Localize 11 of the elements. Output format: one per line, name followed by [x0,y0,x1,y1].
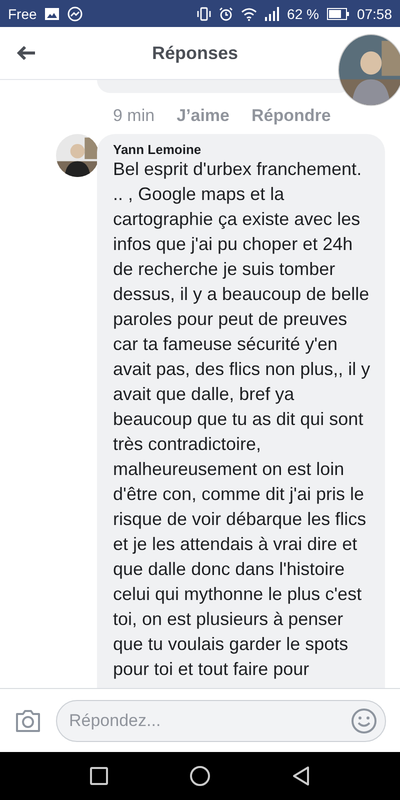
comment-time: 9 min [113,106,155,126]
carrier-name: Free [8,6,37,22]
reply-field[interactable]: Répondez... [56,700,386,742]
clock-time: 07:58 [356,6,392,22]
header-title: Réponses [150,42,240,64]
like-link[interactable]: J’aime [176,106,230,126]
reply-link[interactable]: Répondre [252,106,331,126]
reply-input[interactable]: Répondez... [67,710,351,732]
comment-text: Bel esprit d'urbex franchement. .. , Google maps et la cartographie ça existe avec les infos que j'ai pu choper et 24h de recherche je suis tomber dessus, il y a beaucoup de belle paroles pour peut de preuves car ta fameuse sécurité y'en avait pas, des flics non plus,, il y avait que dalle, bref ya beaucoup que tu as dit qui sont très contradictoire, malheureusement on est loin d'être con, comme dit j'ai pris le risque de voir débarque les flics et je les attendais à vrai dire et que dalle donc dans l'histoire celui qui mythonne le plus c'est toi, on est plusieurs à penser que tu voulais garder le spots pour toi et tout faire pour [113,158,372,681]
comment-author[interactable]: Yann Lemoine [113,142,377,157]
battery-percent: 62 % [287,6,319,22]
